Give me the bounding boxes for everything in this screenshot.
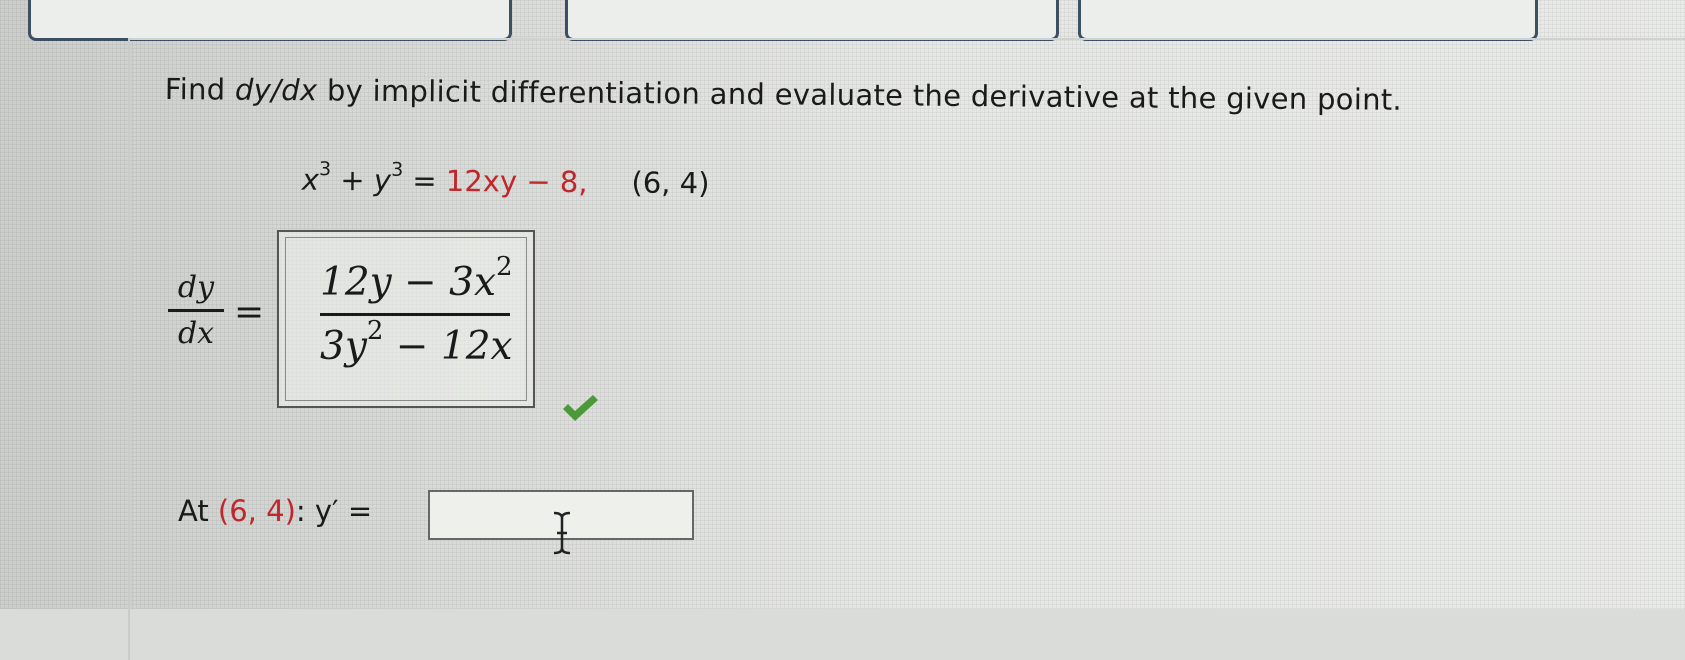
eq-exp-1: 3	[319, 158, 332, 181]
dydx-numerator: dy	[177, 270, 215, 305]
answer-denominator: 3y2 − 12x	[320, 316, 513, 369]
answer-num-exp: 2	[495, 252, 513, 282]
answer-den-exp: 2	[366, 316, 384, 346]
answer-den-a: 3y	[320, 324, 367, 369]
evaluate-at-text: At	[178, 494, 218, 528]
evaluate-y-label: : y′ =	[295, 494, 373, 528]
evaluate-label: At (6, 4): y′ =	[178, 494, 372, 528]
answer-num-base: 12y − 3x	[320, 260, 496, 305]
eq-plus: +	[330, 162, 375, 198]
dydx-denominator: dx	[177, 316, 215, 351]
screen-background: Find dy/dx by implicit differentiation a…	[0, 0, 1685, 660]
eq-right-side: 12xy − 8,	[445, 163, 588, 200]
derivative-equals: =	[234, 292, 265, 333]
eq-x: x	[301, 162, 320, 197]
dydx-fraction: dy dx	[168, 270, 224, 351]
answer-den-b: − 12x	[383, 324, 513, 369]
answer-numerator: 12y − 3x2	[320, 252, 513, 313]
text-cursor-icon	[553, 511, 571, 555]
eq-exp-2: 3	[391, 158, 404, 181]
evaluate-point: (6, 4)	[217, 494, 296, 528]
eq-point: (6, 4)	[631, 165, 710, 201]
check-icon	[563, 395, 598, 421]
given-equation: x3 + y3 = 12xy − 8, (6, 4)	[301, 158, 710, 201]
derivative-answer-inner: 12y − 3x2 3y2 − 12x	[285, 237, 527, 401]
prompt-text-start: Find	[164, 72, 236, 107]
answer-fraction: 12y − 3x2 3y2 − 12x	[320, 252, 513, 369]
eq-y: y	[373, 163, 392, 198]
practice-another-button[interactable]	[1078, 0, 1538, 41]
top-button-1[interactable]	[28, 0, 512, 41]
top-button-2[interactable]	[565, 0, 1059, 41]
derivative-answer-box[interactable]: 12y − 3x2 3y2 − 12x	[277, 230, 535, 408]
prompt-dydx: dy/dx	[234, 72, 318, 108]
eq-equals: =	[402, 163, 447, 198]
